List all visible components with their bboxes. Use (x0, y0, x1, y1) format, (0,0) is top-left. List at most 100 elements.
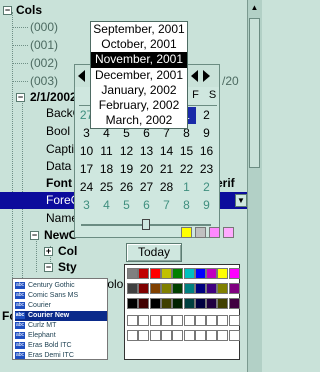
color-swatch[interactable] (228, 298, 240, 309)
font-list-popup[interactable]: abc Century Gothic abc Comic Sans MS abc Cour… (12, 278, 108, 360)
newc-node-row[interactable]: − NewC (30, 227, 77, 244)
collapse-icon[interactable]: − (3, 6, 12, 15)
color-swatch[interactable] (127, 283, 138, 294)
calendar-day[interactable]: 19 (117, 161, 136, 178)
custom-color-swatch[interactable] (160, 315, 172, 326)
calendar-day[interactable]: 2 (197, 179, 216, 196)
expand-icon[interactable]: + (44, 247, 53, 256)
calendar-day[interactable]: 11 (97, 143, 116, 160)
tree-item[interactable]: (001) (30, 37, 58, 54)
custom-color-swatch[interactable] (217, 315, 229, 326)
color-swatch[interactable] (160, 298, 172, 309)
calendar-day[interactable]: 4 (97, 197, 116, 214)
color-swatch[interactable] (194, 298, 206, 309)
month-option[interactable]: February, 2002 (91, 98, 187, 113)
date-node-row[interactable]: − 2/1/2002 (16, 89, 77, 106)
calendar-day[interactable]: 20 (137, 161, 156, 178)
prev-month-icon[interactable] (78, 70, 85, 82)
custom-color-swatch[interactable] (127, 330, 138, 341)
font-option[interactable]: abc Eras Bold ITC (15, 341, 107, 351)
color-swatch[interactable] (172, 283, 184, 294)
color-swatch[interactable] (183, 283, 195, 294)
calendar-day[interactable]: 1 (177, 179, 196, 196)
calendar-day[interactable]: 26 (117, 179, 136, 196)
collapse-icon[interactable]: − (44, 263, 53, 272)
custom-color-swatch[interactable] (206, 315, 218, 326)
color-swatch[interactable] (127, 298, 138, 309)
color-swatch[interactable] (172, 298, 184, 309)
custom-color-swatch[interactable] (160, 330, 172, 341)
custom-color-swatch[interactable] (149, 315, 161, 326)
calendar-day[interactable]: 10 (77, 143, 96, 160)
font-option[interactable]: abc Courier New (15, 311, 107, 321)
color-swatch[interactable] (160, 283, 172, 294)
col-node-row[interactable]: + Col (44, 243, 77, 260)
color-swatch[interactable] (183, 268, 195, 279)
color-swatch[interactable] (217, 283, 229, 294)
custom-color-swatch[interactable] (228, 330, 240, 341)
color-swatch[interactable] (149, 283, 161, 294)
custom-color-swatch[interactable] (138, 315, 150, 326)
custom-color-swatch[interactable] (228, 315, 240, 326)
custom-color-swatch[interactable] (183, 315, 195, 326)
color-swatch[interactable] (172, 268, 184, 279)
color-swatch[interactable] (149, 298, 161, 309)
font-option[interactable]: abc Curlz MT (15, 321, 107, 331)
today-button[interactable]: Today (126, 243, 182, 262)
calendar-day[interactable]: 12 (117, 143, 136, 160)
calendar-day[interactable]: 25 (97, 179, 116, 196)
color-swatch[interactable] (206, 283, 218, 294)
calendar-day[interactable]: 17 (77, 161, 96, 178)
font-option[interactable]: abc Courier (15, 301, 107, 311)
month-option[interactable]: December, 2001 (91, 68, 187, 83)
prop-font[interactable]: Font (46, 175, 72, 192)
calendar-day[interactable]: 9 (197, 197, 216, 214)
font-option[interactable]: abc Eras Demi ITC (15, 351, 107, 361)
custom-color-swatch[interactable] (149, 330, 161, 341)
color-picker-palette[interactable] (124, 227, 240, 360)
prev-arrow-icon[interactable] (191, 70, 198, 82)
color-swatch[interactable] (217, 298, 229, 309)
color-swatch[interactable] (138, 268, 150, 279)
color-swatch[interactable] (183, 298, 195, 309)
color-swatch[interactable] (127, 268, 138, 279)
month-option[interactable]: September, 2001 (91, 22, 187, 37)
font-option[interactable]: abc Century Gothic (15, 281, 107, 291)
tree-root-row[interactable]: − Cols (2, 2, 42, 19)
calendar-day[interactable]: 9 (197, 125, 216, 142)
custom-color-swatch[interactable] (194, 315, 206, 326)
calendar-day[interactable]: 14 (157, 143, 176, 160)
color-swatch[interactable] (194, 283, 206, 294)
prop-bool[interactable]: Bool (46, 123, 70, 140)
calendar-day[interactable]: 22 (177, 161, 196, 178)
calendar-day[interactable]: 24 (77, 179, 96, 196)
calendar-day[interactable]: 28 (157, 179, 176, 196)
calendar-day[interactable]: 8 (177, 197, 196, 214)
color-swatch[interactable] (209, 227, 220, 238)
tree-item[interactable]: (002) (30, 55, 58, 72)
color-swatch[interactable] (160, 268, 172, 279)
custom-color-swatch[interactable] (172, 315, 184, 326)
calendar-day[interactable]: 5 (117, 197, 136, 214)
calendar-day[interactable]: 13 (137, 143, 156, 160)
color-swatch[interactable] (149, 268, 161, 279)
color-swatch[interactable] (195, 227, 206, 238)
color-swatch[interactable] (194, 268, 206, 279)
tree-item[interactable]: (000) (30, 19, 58, 36)
month-option[interactable]: January, 2002 (91, 83, 187, 98)
month-option[interactable]: November, 2001 (91, 52, 187, 68)
prop-data[interactable]: Data (46, 158, 71, 175)
custom-color-swatch[interactable] (194, 330, 206, 341)
calendar-day[interactable]: 23 (197, 161, 216, 178)
month-option[interactable]: March, 2002 (91, 113, 187, 128)
custom-color-swatch[interactable] (217, 330, 229, 341)
color-swatch[interactable] (228, 268, 240, 279)
color-swatch[interactable] (206, 298, 218, 309)
calendar-day[interactable]: 15 (177, 143, 196, 160)
color-swatch[interactable] (228, 283, 240, 294)
calendar-day[interactable]: 2 (197, 107, 216, 124)
dropdown-arrow-icon[interactable]: ▼ (235, 194, 247, 207)
calendar-day[interactable]: 6 (137, 197, 156, 214)
color-swatch[interactable] (217, 268, 229, 279)
font-option[interactable]: abc Elephant (15, 331, 107, 341)
